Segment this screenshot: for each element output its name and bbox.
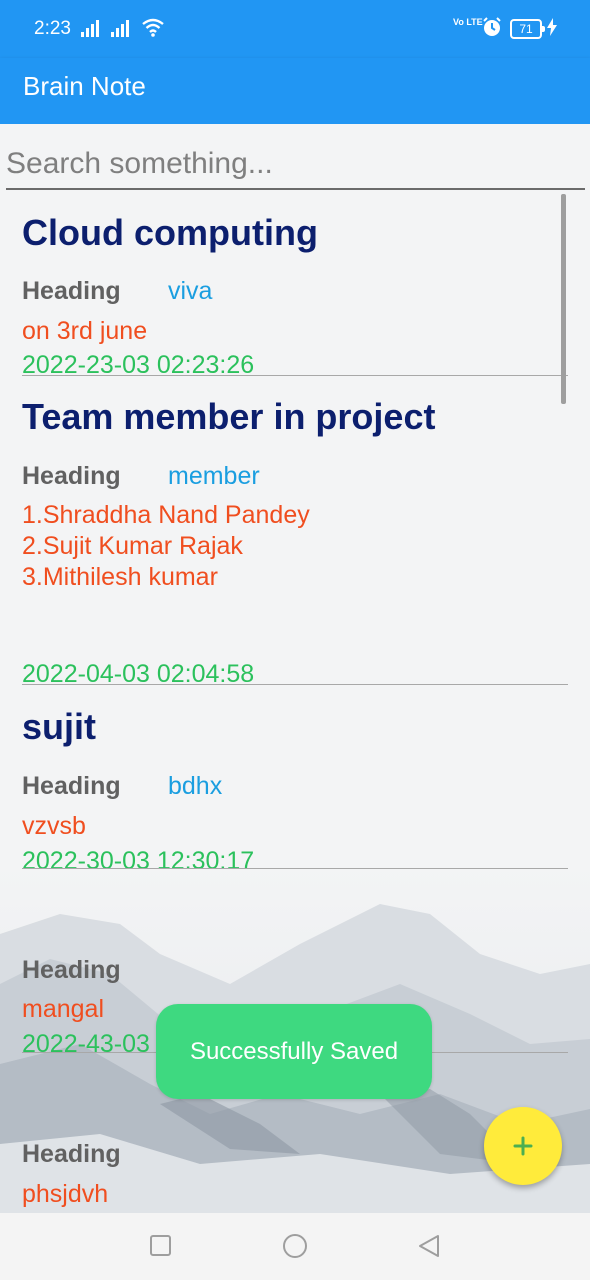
battery-icon: 71 bbox=[510, 19, 545, 39]
note-heading: bdhx bbox=[168, 772, 223, 800]
note-card[interactable]: Team member in project Heading member 1.… bbox=[0, 376, 568, 688]
home-circle-icon[interactable] bbox=[282, 1233, 308, 1259]
note-heading: viva bbox=[168, 277, 213, 305]
note-label: Heading bbox=[22, 277, 121, 305]
note-body: phsjdvh bbox=[22, 1180, 109, 1208]
signal-icon bbox=[111, 20, 129, 37]
system-nav-bar bbox=[0, 1213, 590, 1280]
search-input[interactable] bbox=[6, 140, 585, 190]
status-time: 2:23 bbox=[34, 18, 71, 39]
wifi-icon bbox=[142, 18, 164, 37]
note-label: Heading bbox=[22, 462, 121, 490]
list-scrollbar[interactable] bbox=[561, 194, 566, 404]
toast-message: Successfully Saved bbox=[156, 1004, 432, 1099]
note-body: 1.Shraddha Nand Pandey 2.Sujit Kumar Raj… bbox=[22, 501, 310, 591]
volte-icon: Vo LTE bbox=[453, 17, 483, 27]
back-triangle-icon[interactable] bbox=[416, 1233, 442, 1259]
note-body: on 3rd june bbox=[22, 317, 148, 345]
note-body: mangal bbox=[22, 995, 104, 1023]
app-title: Brain Note bbox=[23, 71, 146, 101]
note-title: Team member in project bbox=[22, 396, 436, 437]
status-bar: 2:23 Vo LTE 71 bbox=[0, 0, 590, 58]
note-body: vzvsb bbox=[22, 812, 86, 840]
note-heading: member bbox=[168, 462, 260, 490]
alarm-icon bbox=[483, 17, 501, 36]
note-label: Heading bbox=[22, 772, 121, 800]
app-bar: Brain Note bbox=[0, 58, 590, 124]
signal-icon bbox=[81, 20, 99, 37]
note-label: Heading bbox=[22, 956, 121, 984]
plus-icon bbox=[513, 1136, 533, 1156]
note-card[interactable]: sujit Heading bdhx vzvsb 2022-30-03 12:3… bbox=[0, 684, 568, 875]
recents-square-icon[interactable] bbox=[148, 1233, 174, 1259]
note-title: sujit bbox=[22, 706, 97, 747]
add-note-button[interactable] bbox=[484, 1107, 562, 1185]
note-label: Heading bbox=[22, 1140, 121, 1168]
note-title: Cloud computing bbox=[22, 212, 318, 253]
charging-icon bbox=[547, 18, 557, 36]
note-card[interactable]: Cloud computing Heading viva on 3rd june… bbox=[0, 190, 568, 379]
